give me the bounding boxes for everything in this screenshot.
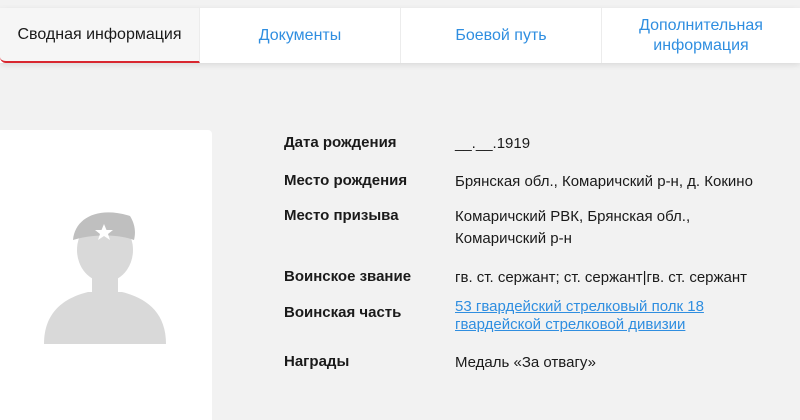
tab-additional-info[interactable]: Дополнительная информация	[602, 8, 800, 63]
birth-date-label: Дата рождения	[284, 134, 397, 151]
draft-place-value: Комаричский РВК, Брянская обл., Комаричс…	[455, 208, 691, 247]
unit-link[interactable]: 53 гвардейский стрелковый полк 18 гварде…	[455, 298, 704, 333]
tab-bar: Сводная информация Документы Боевой путь…	[0, 8, 800, 63]
soldier-silhouette-icon	[44, 212, 166, 344]
birth-date-value: __.__.1919	[455, 135, 531, 152]
awards-label: Награды	[284, 353, 350, 370]
unit-value: 53 гвардейский стрелковый полк 18 гварде…	[455, 298, 755, 334]
birth-place-value: Брянская обл., Комаричский р-н, д. Кокин…	[455, 173, 753, 190]
tab-documents[interactable]: Документы	[200, 8, 401, 63]
rank-value: гв. ст. сержант; ст. сержант|гв. ст. сер…	[455, 269, 748, 286]
profile-photo	[0, 130, 212, 420]
unit-label: Воинская часть	[284, 304, 402, 321]
draft-place-label: Место призыва	[284, 207, 399, 224]
rank-label: Воинское звание	[284, 268, 412, 285]
awards-value: Медаль «За отвагу»	[455, 354, 596, 371]
birth-place-label: Место рождения	[284, 172, 408, 189]
tab-combat-path[interactable]: Боевой путь	[401, 8, 602, 63]
tab-summary[interactable]: Сводная информация	[0, 8, 200, 63]
